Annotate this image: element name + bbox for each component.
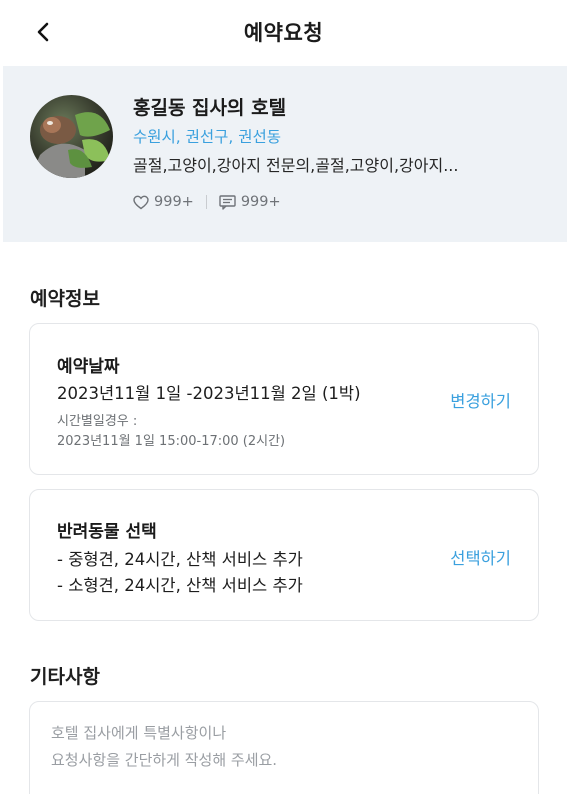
pet-item: - 중형견, 24시간, 산책 서비스 추가 xyxy=(57,550,303,569)
select-pet-button[interactable]: 선택하기 xyxy=(450,545,511,569)
hourly-label: 시간별일경우 : xyxy=(57,414,138,429)
reservation-date-card: 예약날짜 2023년11월 1일 -2023년11월 2일 (1박) 시간별일경… xyxy=(29,323,539,475)
hotel-avatar xyxy=(30,95,113,178)
stats-divider xyxy=(205,195,207,209)
memo-box xyxy=(29,701,539,794)
hotel-location: 수원시, 권선구, 권선동 xyxy=(133,128,282,146)
hotel-tags: 골절,고양이,강아지 전문의,골절,고양이,강아지... xyxy=(133,156,459,175)
comments-stat: 999+ xyxy=(219,194,281,210)
hotel-summary-card[interactable]: 홍길동 집사의 호텔 수원시, 권선구, 권선동 골절,고양이,강아지 전문의,… xyxy=(3,66,567,242)
memo-input[interactable] xyxy=(30,702,538,794)
comment-icon xyxy=(219,194,236,210)
page-title: 예약요청 xyxy=(243,21,324,45)
pet-select-card: 반려동물 선택 - 중형견, 24시간, 산책 서비스 추가 - 소형견, 24… xyxy=(29,489,539,621)
date-card-title: 예약날짜 xyxy=(57,357,120,377)
hotel-stats: 999+ 999+ xyxy=(133,194,281,210)
likes-stat: 999+ xyxy=(133,194,194,210)
likes-count: 999+ xyxy=(154,194,194,210)
pet-card-title: 반려동물 선택 xyxy=(57,522,157,542)
pet-item: - 소형견, 24시간, 산책 서비스 추가 xyxy=(57,576,303,595)
other-section-title: 기타사항 xyxy=(30,666,100,688)
comments-count: 999+ xyxy=(240,194,281,210)
reservation-section-title: 예약정보 xyxy=(30,288,100,310)
app-header: 예약요청 xyxy=(0,0,567,66)
hourly-value: 2023년11월 1일 15:00-17:00 (2시간) xyxy=(57,434,286,449)
hotel-name: 홍길동 집사의 호텔 xyxy=(133,97,287,119)
change-date-button[interactable]: 변경하기 xyxy=(450,388,511,412)
heart-icon xyxy=(133,195,149,209)
date-range: 2023년11월 1일 -2023년11월 2일 (1박) xyxy=(57,384,361,403)
